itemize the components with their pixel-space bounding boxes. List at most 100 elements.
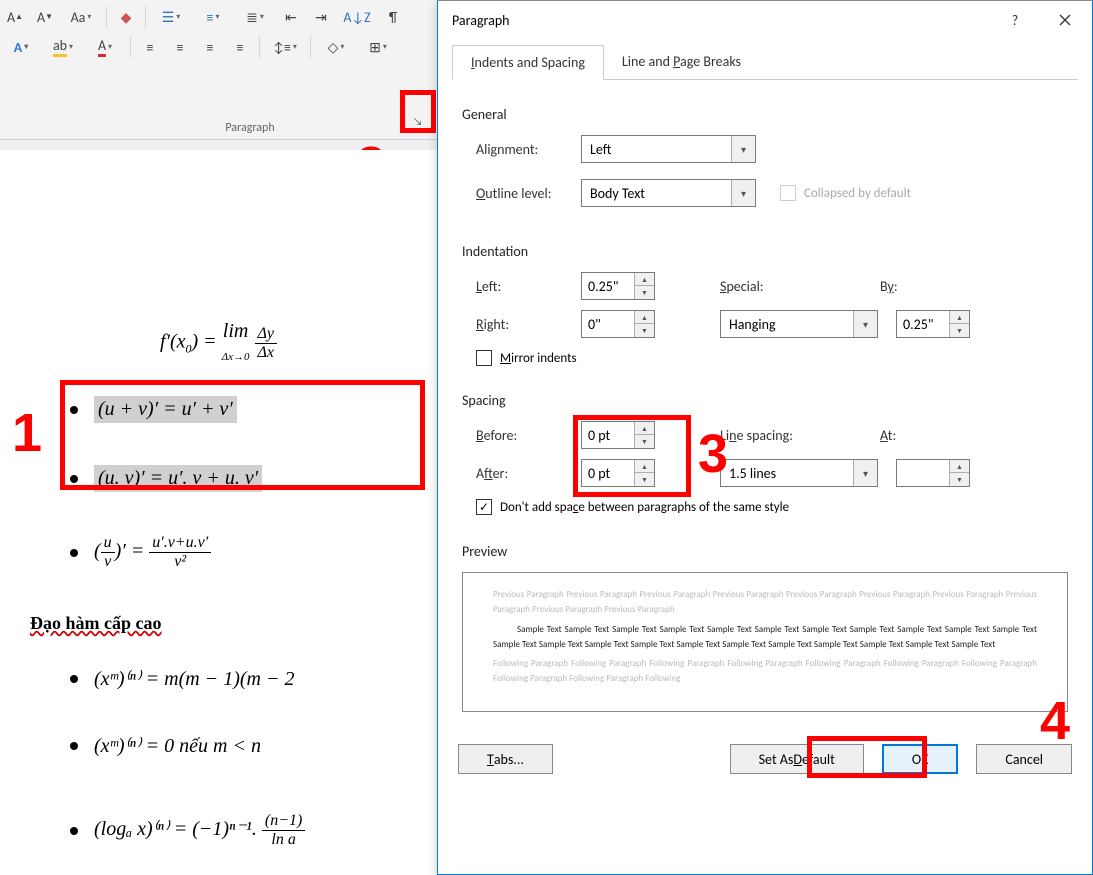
- bullet-icon: [70, 827, 78, 835]
- bullet-list-btn[interactable]: ☰▾: [154, 6, 188, 28]
- formula-power-nth: (xᵐ)⁽ⁿ⁾ = m(m − 1)(m − 2: [94, 666, 294, 691]
- outline-dropdown[interactable]: Body Text ▾: [581, 179, 756, 207]
- special-dropdown[interactable]: Hanging ▾: [720, 310, 878, 338]
- indent-right-spinner[interactable]: 0" ▲▼: [581, 310, 655, 338]
- group-label-paragraph: Paragraph: [150, 121, 350, 135]
- close-icon: [1059, 14, 1071, 26]
- formula-log-nth: (logₐ x)⁽ⁿ⁾ = (−1)ⁿ⁻¹. (n−1)ln a: [94, 812, 305, 849]
- shrink-font-btn[interactable]: A▼: [34, 6, 56, 28]
- chevron-down-icon: ▾: [853, 311, 877, 337]
- spin-down-icon[interactable]: ▼: [950, 324, 969, 337]
- line-spacing-dropdown[interactable]: 1.5 lines ▾: [720, 459, 878, 487]
- line-spacing-btn[interactable]: ↕≡▾: [268, 36, 302, 58]
- clear-format-btn[interactable]: ◆: [115, 6, 137, 28]
- at-spinner[interactable]: ▲▼: [896, 459, 970, 487]
- preview-previous: Previous Paragraph Previous Paragraph Pr…: [493, 587, 1037, 618]
- tabs-button[interactable]: Tabs...: [458, 744, 553, 774]
- text-effects-btn[interactable]: A▾: [4, 36, 38, 58]
- label-mirror: Mirror indents: [500, 351, 577, 366]
- spin-down-icon[interactable]: ▼: [635, 324, 654, 337]
- label-alignment: Alignment:: [476, 141, 581, 158]
- outline-value: Body Text: [582, 185, 731, 202]
- formula-quotient-rule: (uv)′ = u′.v+u.v′v²: [94, 534, 211, 571]
- annotation-1: 1: [12, 402, 42, 464]
- highlight-btn[interactable]: ab▾: [46, 36, 80, 58]
- dialog-titlebar: Paragraph ?: [438, 1, 1092, 39]
- indent-right-value: 0": [582, 316, 634, 333]
- line-spacing-value: 1.5 lines: [721, 465, 853, 482]
- paragraph-dialog: Paragraph ? IIndents and Spacingndents a…: [437, 0, 1093, 875]
- dialog-buttons: 4 Tabs... Set As Default OK Cancel: [438, 738, 1092, 788]
- mirror-checkbox[interactable]: [476, 350, 492, 366]
- align-right-btn[interactable]: ≡: [199, 36, 221, 58]
- label-after: After:: [476, 465, 581, 482]
- alignment-value: Left: [582, 141, 731, 158]
- label-special: Special:: [720, 278, 825, 295]
- chevron-down-icon: ▾: [731, 180, 755, 206]
- spin-up-icon[interactable]: ▲: [635, 273, 654, 286]
- chevron-down-icon: ▾: [731, 136, 755, 162]
- ribbon-area: A▲ A▼ Aa▾ ◆ ☰▾ ≡▾ ≣▾ ⇤ ⇥ A↓Z ¶ A▾ ab▾ A▾…: [0, 0, 437, 140]
- row-after: After: 0 pt ▲▼ 1.5 lines ▾ ▲▼: [476, 459, 1068, 487]
- annotation-box-4: [807, 736, 927, 778]
- alignment-dropdown[interactable]: Left ▾: [581, 135, 756, 163]
- section-preview: Preview: [462, 543, 1068, 560]
- ribbon-font-row: A▲ A▼ Aa▾ ◆ ☰▾ ≡▾ ≣▾ ⇤ ⇥ A↓Z ¶: [0, 0, 437, 34]
- tab-line-page-breaks[interactable]: Line and Page Breaks: [604, 45, 759, 79]
- by-spinner[interactable]: 0.25" ▲▼: [896, 310, 970, 338]
- tab-indents-spacing[interactable]: IIndents and Spacingndents and Spacing: [452, 45, 604, 80]
- formula-derivative: f′(x0) = limΔx→0 ΔyΔx: [30, 320, 407, 366]
- label-line-spacing: Line spacing:: [720, 427, 825, 444]
- bullet-icon: [70, 549, 78, 557]
- font-color-btn[interactable]: A▾: [88, 36, 122, 58]
- spin-down-icon[interactable]: ▼: [950, 473, 969, 486]
- annotation-box-3: [573, 415, 691, 497]
- label-outline: Outline level:: [476, 185, 581, 202]
- bullet-icon: [70, 742, 78, 750]
- close-button[interactable]: [1048, 6, 1082, 34]
- bullet-item: (uv)′ = u′.v+u.v′v²: [70, 522, 407, 583]
- label-collapse: Collapsed by default: [804, 186, 911, 201]
- number-list-btn[interactable]: ≡▾: [196, 6, 230, 28]
- bullet-item: (xᵐ)⁽ⁿ⁾ = m(m − 1)(m − 2: [70, 654, 407, 703]
- label-by: By:: [880, 278, 940, 295]
- row-indent-right: Right: 0" ▲▼ Hanging ▾ 0.25" ▲▼: [476, 310, 1068, 338]
- spin-up-icon[interactable]: ▲: [635, 311, 654, 324]
- label-before: Before:: [476, 427, 581, 444]
- align-left-btn[interactable]: ≡: [139, 36, 161, 58]
- sort-btn[interactable]: A↓Z: [340, 6, 374, 28]
- separator: [145, 6, 146, 28]
- borders-btn[interactable]: ⊞▾: [361, 36, 395, 58]
- spin-up-icon[interactable]: ▲: [950, 311, 969, 324]
- collapse-checkbox: [780, 185, 796, 201]
- align-center-btn[interactable]: ≡: [169, 36, 191, 58]
- increase-indent-btn[interactable]: ⇥: [310, 6, 332, 28]
- multilevel-list-btn[interactable]: ≣▾: [238, 6, 272, 28]
- bullet-icon: [70, 675, 78, 683]
- decrease-indent-btn[interactable]: ⇤: [280, 6, 302, 28]
- section-general: General: [462, 106, 1068, 123]
- change-case-btn[interactable]: Aa▾: [64, 6, 98, 28]
- special-value: Hanging: [721, 316, 853, 333]
- spin-down-icon[interactable]: ▼: [635, 286, 654, 299]
- spin-up-icon[interactable]: ▲: [950, 460, 969, 473]
- heading-higher-derivative: Đạo hàm cấp cao: [30, 613, 407, 634]
- help-button[interactable]: ?: [998, 6, 1032, 34]
- grow-font-btn[interactable]: A▲: [4, 6, 26, 28]
- show-marks-btn[interactable]: ¶: [382, 6, 404, 28]
- annotation-box-1: [60, 380, 425, 490]
- justify-btn[interactable]: ≡: [229, 36, 251, 58]
- dont-add-checkbox[interactable]: ✓: [476, 499, 492, 515]
- shading-btn[interactable]: ◇▾: [319, 36, 353, 58]
- row-outline: Outline level: Body Text ▾ Collapsed by …: [476, 173, 1068, 213]
- by-value: 0.25": [897, 316, 949, 333]
- row-mirror: Mirror indents: [476, 350, 1068, 366]
- preview-sample: Sample Text Sample Text Sample Text Samp…: [493, 622, 1037, 653]
- indent-left-spinner[interactable]: 0.25" ▲▼: [581, 272, 655, 300]
- annotation-box-2: [400, 90, 436, 133]
- dialog-body: General Alignment: Left ▾ Outline level:…: [438, 80, 1092, 738]
- row-alignment: Alignment: Left ▾: [476, 135, 1068, 163]
- section-spacing: Spacing: [462, 392, 1068, 409]
- separator: [130, 36, 131, 58]
- ribbon-format-row: A▾ ab▾ A▾ ≡ ≡ ≡ ≡ ↕≡▾ ◇▾ ⊞▾: [0, 34, 437, 60]
